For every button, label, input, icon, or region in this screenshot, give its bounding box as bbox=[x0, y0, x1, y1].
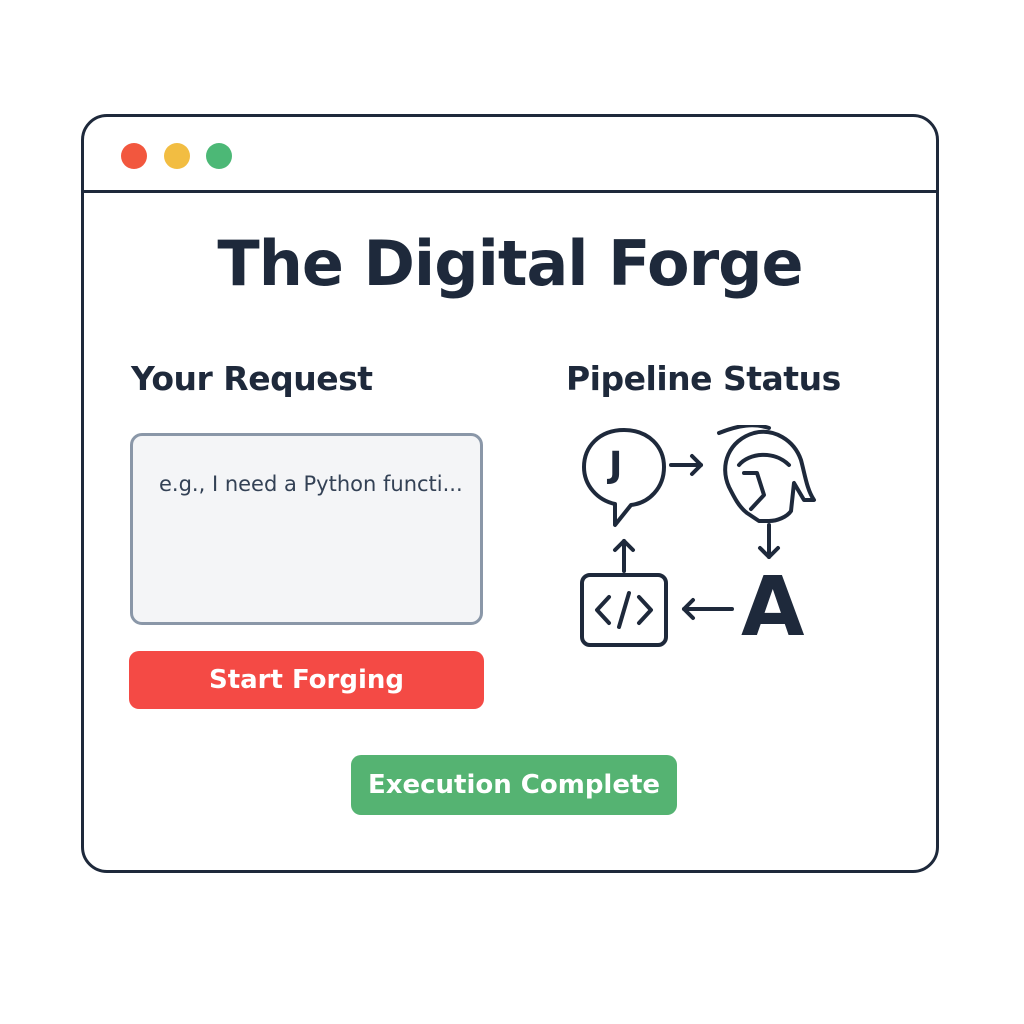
close-window-button[interactable] bbox=[121, 143, 147, 169]
page-title: The Digital Forge bbox=[217, 227, 803, 300]
arrow-down-icon bbox=[758, 523, 780, 559]
execution-status-badge: Execution Complete bbox=[351, 755, 677, 815]
request-heading: Your Request bbox=[131, 359, 373, 398]
agent-j-letter: J bbox=[609, 445, 623, 486]
minimize-window-button[interactable] bbox=[164, 143, 190, 169]
arrow-up-icon bbox=[613, 539, 635, 573]
request-input[interactable]: e.g., I need a Python functi... bbox=[130, 433, 483, 625]
maximize-window-button[interactable] bbox=[206, 143, 232, 169]
spartan-helmet-icon bbox=[717, 425, 816, 523]
code-icon bbox=[580, 573, 668, 647]
title-bar bbox=[84, 117, 936, 193]
start-forging-button[interactable]: Start Forging bbox=[129, 651, 484, 709]
pipeline-diagram: J A bbox=[579, 425, 829, 665]
letter-a-icon: A bbox=[741, 560, 805, 655]
chat-bubble-icon bbox=[582, 428, 666, 527]
pipeline-heading: Pipeline Status bbox=[566, 359, 841, 398]
app-window: The Digital Forge Your Request Pipeline … bbox=[81, 114, 939, 873]
arrow-left-icon bbox=[682, 598, 734, 620]
arrow-right-icon bbox=[669, 454, 703, 476]
